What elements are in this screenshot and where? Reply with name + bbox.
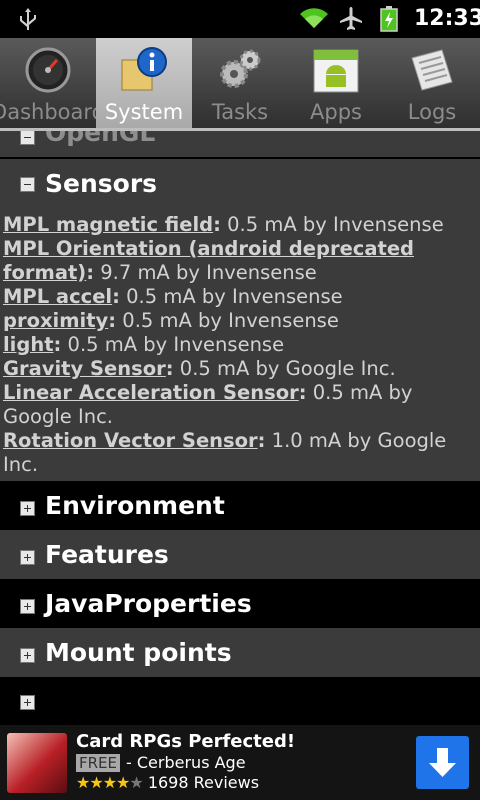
list-item: light: 0.5 mA by Invensense [3,333,285,356]
sensor-detail: 9.7 mA by Invensense [94,261,317,284]
sensor-detail: 0.5 mA by Google Inc. [173,357,396,380]
airplane-mode-icon [340,7,362,30]
download-button[interactable] [416,736,469,789]
tab-label: Logs [407,100,457,124]
collapse-icon [20,177,35,192]
review-count: 1698 Reviews [147,773,260,792]
ad-banner[interactable]: Card RPGs Perfected! FREE - Cerberus Age … [0,725,480,800]
status-bar: 12:33 [0,0,480,38]
ad-app-icon[interactable] [7,733,67,793]
section-mount-points[interactable]: Mount points [0,628,480,677]
section-sensors: Sensors MPL magnetic field: 0.5 mA by In… [0,159,480,481]
tab-label: Tasks [211,100,269,124]
tab-dashboard[interactable]: Dashboard [0,38,96,130]
sensor-detail: 0.5 mA by Invensense [116,309,339,332]
section-title: Environment [45,491,225,520]
sensor-name[interactable]: Linear Acceleration Sensor [3,381,299,404]
android-icon [313,49,359,93]
list-item: Linear Acceleration Sensor: 0.5 mA by Go… [3,381,413,428]
list-item: MPL magnetic field: 0.5 mA by Invensense [3,213,444,236]
info-icon [121,47,167,91]
star-rating-icon: ★★★★★ [76,773,144,792]
expand-icon [20,599,35,614]
usb-icon [20,8,36,30]
ad-rating-row: ★★★★★ 1698 Reviews [76,773,259,792]
download-arrow-icon [429,748,456,777]
battery-charging-icon [380,6,398,32]
list-item: MPL accel: 0.5 mA by Invensense [3,285,343,308]
sensor-name[interactable]: Gravity Sensor [3,357,166,380]
section-title: OpenGL [45,131,156,147]
expand-icon [20,550,35,565]
sensor-detail: 0.5 mA by Invensense [220,213,444,236]
document-icon [411,49,453,91]
list-item: MPL Orientation (android deprecated form… [3,237,415,284]
clock: 12:33 [414,6,480,31]
section-title: JavaProperties [45,589,252,618]
section-next[interactable] [0,677,480,725]
section-java-properties[interactable]: JavaProperties [0,579,480,628]
sensor-detail: 0.5 mA by Invensense [119,285,343,308]
tab-logs[interactable]: Logs [384,38,480,130]
section-header-sensors[interactable]: Sensors [0,159,480,208]
sensor-name[interactable]: proximity [3,309,108,332]
section-title: Sensors [45,169,158,198]
tab-label: Apps [310,100,362,124]
tab-label: System [104,100,184,124]
sensor-name[interactable]: MPL magnetic field [3,213,213,236]
sensor-name[interactable]: Rotation Vector Sensor [3,429,258,452]
section-title: Features [45,540,169,569]
wifi-icon [300,8,328,28]
free-badge: FREE [76,754,121,772]
list-item: Rotation Vector Sensor: 1.0 mA by Google… [3,429,447,476]
system-content[interactable]: OpenGL Sensors MPL magnetic field: 0.5 m… [0,131,480,725]
expand-icon [20,648,35,663]
list-item: proximity: 0.5 mA by Invensense [3,309,339,332]
tab-bar: Dashboard System Tasks Apps [0,38,480,130]
section-opengl[interactable]: OpenGL [0,131,480,157]
sensor-name[interactable]: light [3,333,54,356]
section-title: Mount points [45,638,232,667]
sensor-detail: 0.5 mA by Invensense [61,333,285,356]
list-item: Gravity Sensor: 0.5 mA by Google Inc. [3,357,396,380]
section-environment[interactable]: Environment [0,481,480,530]
tab-label: Dashboard [0,100,96,124]
tab-apps[interactable]: Apps [288,38,384,130]
ad-title: Card RPGs Perfected! [76,731,296,752]
ad-subtitle-row: FREE - Cerberus Age [76,753,246,772]
collapse-icon [20,131,35,145]
gauge-icon [25,47,71,93]
expand-icon [20,695,35,710]
sensor-name[interactable]: MPL accel [3,285,112,308]
section-features[interactable]: Features [0,530,480,579]
ad-subtitle: - Cerberus Age [126,753,246,772]
tab-system[interactable]: System [96,38,192,130]
gears-icon [220,49,261,88]
expand-icon [20,501,35,516]
sensor-list: MPL magnetic field: 0.5 mA by Invensense… [3,213,473,477]
tab-tasks[interactable]: Tasks [192,38,288,130]
